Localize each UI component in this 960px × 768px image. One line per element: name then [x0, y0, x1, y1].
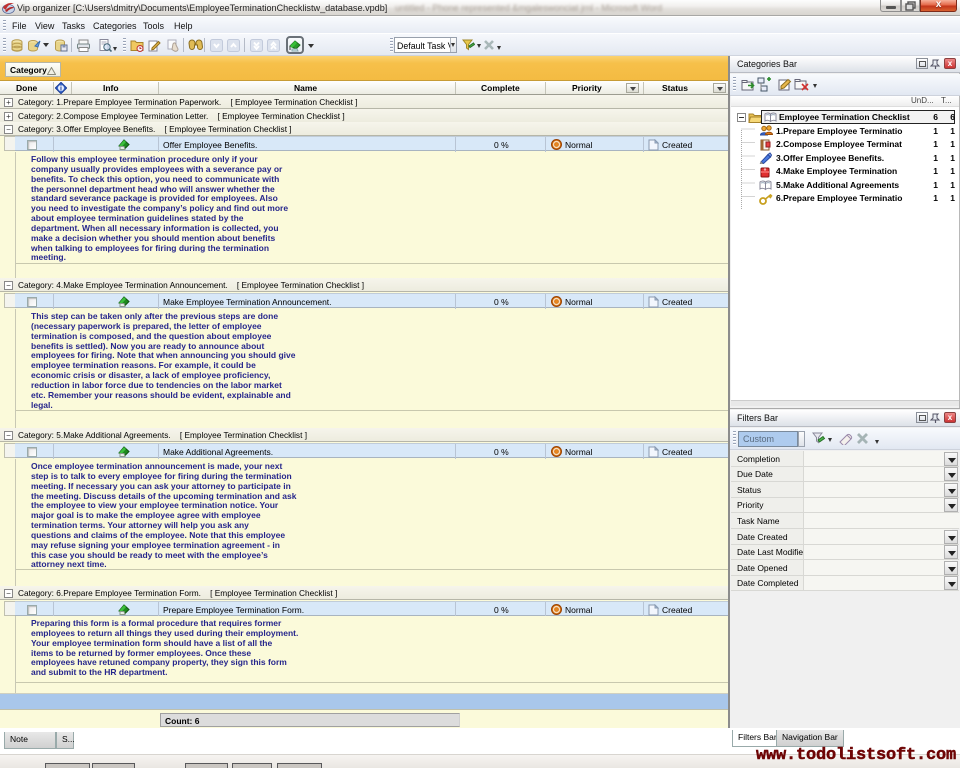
- svg-text:i: i: [60, 86, 62, 93]
